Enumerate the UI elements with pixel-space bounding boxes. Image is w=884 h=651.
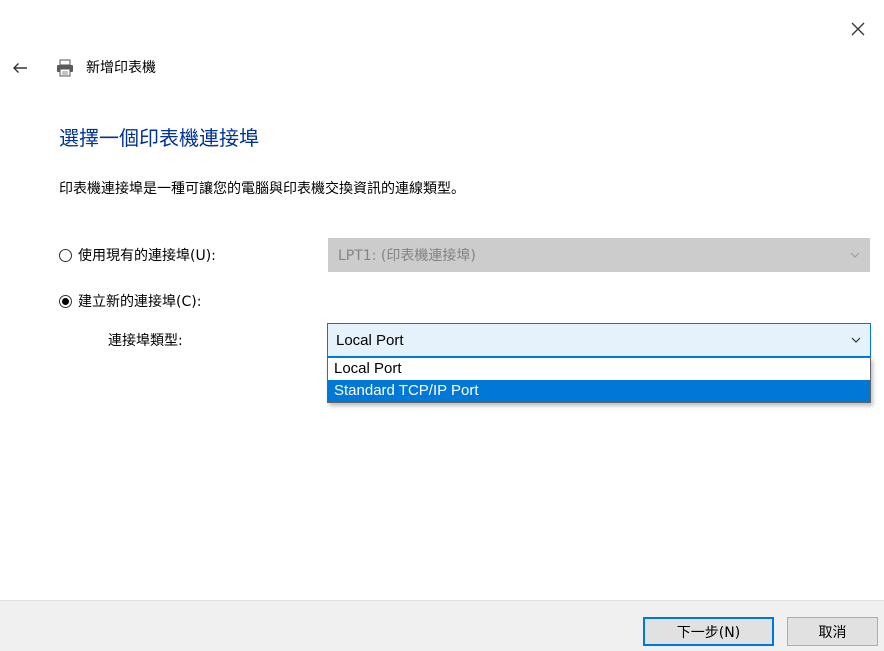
dropdown-option-standard-tcpip-port[interactable]: Standard TCP/IP Port — [328, 380, 870, 402]
existing-port-select: LPT1: (印表機連接埠) — [328, 238, 870, 272]
dialog-footer: 下一步(N) 取消 — [0, 600, 884, 651]
close-icon — [851, 22, 865, 36]
window-title: 新增印表機 — [86, 60, 156, 76]
chevron-down-icon — [850, 252, 860, 258]
description-text: 印表機連接埠是一種可讓您的電腦與印表機交換資訊的連線類型。 — [59, 181, 465, 197]
use-existing-port-radio[interactable]: 使用現有的連接埠(U): — [59, 245, 216, 265]
back-button[interactable] — [8, 56, 32, 80]
radio-checked[interactable] — [59, 294, 72, 308]
add-printer-dialog: 新增印表機 選擇一個印表機連接埠 印表機連接埠是一種可讓您的電腦與印表機交換資訊… — [0, 0, 884, 651]
dropdown-option-local-port[interactable]: Local Port — [328, 358, 870, 380]
port-type-value: Local Port — [336, 331, 404, 349]
close-button[interactable] — [843, 14, 873, 44]
radio-unchecked[interactable] — [59, 248, 72, 262]
port-type-label: 連接埠類型: — [108, 333, 183, 349]
use-existing-port-label: 使用現有的連接埠(U): — [78, 248, 216, 264]
create-new-port-radio[interactable]: 建立新的連接埠(C): — [59, 291, 201, 311]
printer-icon — [57, 59, 73, 77]
create-new-port-label: 建立新的連接埠(C): — [78, 294, 202, 310]
next-button[interactable]: 下一步(N) — [643, 617, 774, 646]
back-arrow-icon — [13, 63, 27, 73]
chevron-down-icon — [851, 337, 861, 343]
existing-port-value: LPT1: (印表機連接埠) — [338, 248, 476, 264]
port-type-dropdown-list: Local Port Standard TCP/IP Port — [327, 357, 871, 403]
port-type-select[interactable]: Local Port — [327, 323, 871, 357]
page-heading: 選擇一個印表機連接埠 — [59, 126, 259, 150]
cancel-button[interactable]: 取消 — [787, 617, 878, 646]
